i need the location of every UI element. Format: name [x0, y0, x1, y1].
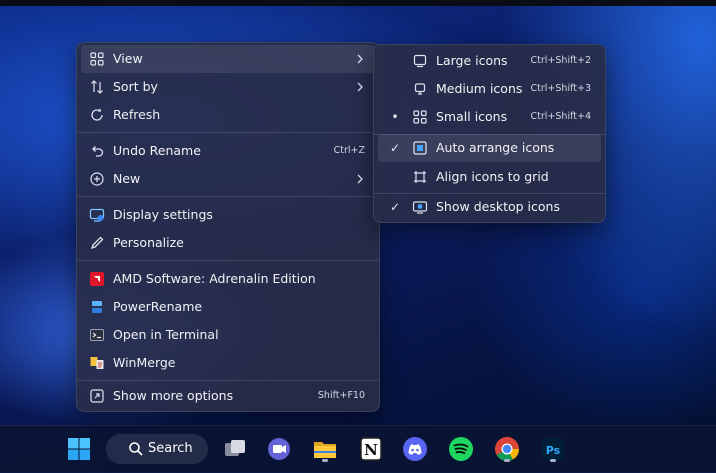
amd-icon — [90, 272, 104, 286]
menu-separator — [77, 380, 379, 381]
top-edge — [0, 0, 716, 6]
submenu-item-label: Medium icons — [436, 81, 523, 96]
menu-item-refresh[interactable]: Refresh — [81, 101, 375, 129]
shortcut-label: Ctrl+Shift+3 — [530, 83, 591, 94]
running-indicator — [504, 459, 510, 462]
menu-item-label: New — [113, 171, 141, 186]
start-icon — [68, 438, 90, 460]
monitor-large-icon — [413, 54, 427, 68]
taskbar-app-spotify[interactable] — [446, 434, 476, 464]
taskbar-app-teams[interactable] — [264, 434, 294, 464]
show-desktop-icon — [412, 201, 428, 214]
monitor-medium-icon — [414, 83, 426, 95]
taskbar-app-photoshop[interactable]: Ps — [538, 434, 568, 464]
menu-item-open-in-terminal[interactable]: Open in Terminal — [81, 321, 375, 349]
menu-item-label: Open in Terminal — [113, 327, 219, 342]
menu-item-label: PowerRename — [113, 299, 203, 314]
submenu-item-medium-icons[interactable]: Medium icons Ctrl+Shift+3 — [378, 75, 601, 103]
menu-separator — [77, 260, 379, 261]
check-mark: ✓ — [389, 200, 401, 214]
small-grid-icon — [413, 110, 427, 124]
selected-bullet: • — [391, 110, 399, 124]
running-indicator — [550, 459, 556, 462]
menu-item-label: View — [113, 51, 143, 66]
chevron-right-icon — [357, 174, 363, 184]
menu-item-label: AMD Software: Adrenalin Edition — [113, 271, 316, 286]
discord-icon — [403, 437, 427, 461]
menu-item-label: Refresh — [113, 107, 161, 122]
chevron-right-icon — [357, 82, 363, 92]
view-submenu: Large icons Ctrl+Shift+2 Medium icons Ct… — [373, 44, 606, 223]
notion-icon: N — [360, 437, 382, 461]
menu-item-label: Display settings — [113, 207, 213, 222]
taskbar-app-notion[interactable]: N — [356, 434, 386, 464]
menu-item-display-settings[interactable]: Display settings — [81, 201, 375, 229]
search-icon — [129, 442, 143, 456]
refresh-icon — [91, 108, 103, 121]
taskbar-search[interactable]: Search — [106, 434, 208, 464]
running-indicator — [322, 459, 328, 462]
menu-item-powerrename[interactable]: PowerRename — [81, 293, 375, 321]
submenu-item-small-icons[interactable]: • Small icons Ctrl+Shift+4 — [378, 103, 601, 131]
winmerge-icon — [90, 357, 104, 369]
submenu-item-large-icons[interactable]: Large icons Ctrl+Shift+2 — [378, 47, 601, 75]
photoshop-glyph: Ps — [546, 444, 561, 457]
menu-separator — [77, 196, 379, 197]
more-options-icon — [90, 389, 104, 403]
menu-item-new[interactable]: New — [81, 165, 375, 193]
submenu-item-label: Show desktop icons — [436, 199, 560, 214]
display-icon — [89, 208, 105, 222]
menu-item-winmerge[interactable]: WinMerge — [81, 349, 375, 377]
menu-item-label: Personalize — [113, 235, 184, 250]
menu-item-undo-rename[interactable]: Undo Rename Ctrl+Z — [81, 137, 375, 165]
chevron-right-icon — [357, 54, 363, 64]
taskbar-app-task-view[interactable] — [220, 434, 250, 464]
shortcut-label: Shift+F10 — [317, 390, 365, 401]
menu-item-label: WinMerge — [113, 355, 176, 370]
taskbar: Search N Ps — [0, 425, 716, 473]
menu-item-label: Undo Rename — [113, 143, 201, 158]
desktop-context-menu: View Sort by Refresh Undo Rename Ctrl+Z … — [76, 42, 380, 412]
align-grid-icon — [414, 171, 426, 183]
check-mark: ✓ — [389, 141, 401, 155]
submenu-item-label: Align icons to grid — [436, 169, 549, 184]
terminal-icon — [90, 329, 104, 341]
taskbar-app-discord[interactable] — [400, 434, 430, 464]
start-button[interactable] — [64, 434, 94, 464]
submenu-item-label: Auto arrange icons — [436, 140, 555, 155]
auto-arrange-icon — [413, 141, 427, 155]
menu-item-label: Sort by — [113, 79, 158, 94]
shortcut-label: Ctrl+Z — [333, 145, 365, 156]
menu-item-view[interactable]: View — [81, 45, 375, 73]
menu-item-personalize[interactable]: Personalize — [81, 229, 375, 257]
menu-separator — [77, 132, 379, 133]
submenu-item-label: Small icons — [436, 109, 508, 124]
powerrename-icon — [92, 301, 102, 313]
spotify-icon — [449, 437, 473, 461]
submenu-item-label: Large icons — [436, 53, 508, 68]
task-view-icon — [225, 440, 245, 456]
undo-icon — [92, 146, 104, 157]
shortcut-label: Ctrl+Shift+4 — [530, 111, 591, 122]
sort-icon — [91, 80, 103, 94]
taskbar-app-chrome[interactable] — [492, 434, 522, 464]
submenu-item-show-desktop-icons[interactable]: ✓ Show desktop icons — [378, 193, 601, 221]
grid-view-icon — [90, 52, 104, 66]
teams-icon — [268, 438, 290, 460]
shortcut-label: Ctrl+Shift+2 — [530, 55, 591, 66]
submenu-item-auto-arrange[interactable]: ✓ Auto arrange icons — [378, 134, 601, 162]
submenu-item-align-to-grid[interactable]: Align icons to grid — [378, 163, 601, 191]
menu-item-show-more-options[interactable]: Show more options Shift+F10 — [81, 382, 375, 410]
add-circle-icon — [90, 172, 104, 186]
menu-item-amd-software[interactable]: AMD Software: Adrenalin Edition — [81, 265, 375, 293]
search-label: Search — [148, 441, 193, 456]
pen-icon — [90, 236, 104, 250]
menu-item-sort-by[interactable]: Sort by — [81, 73, 375, 101]
menu-item-label: Show more options — [113, 388, 234, 403]
taskbar-app-file-explorer[interactable] — [310, 434, 340, 464]
notion-glyph: N — [364, 441, 378, 459]
